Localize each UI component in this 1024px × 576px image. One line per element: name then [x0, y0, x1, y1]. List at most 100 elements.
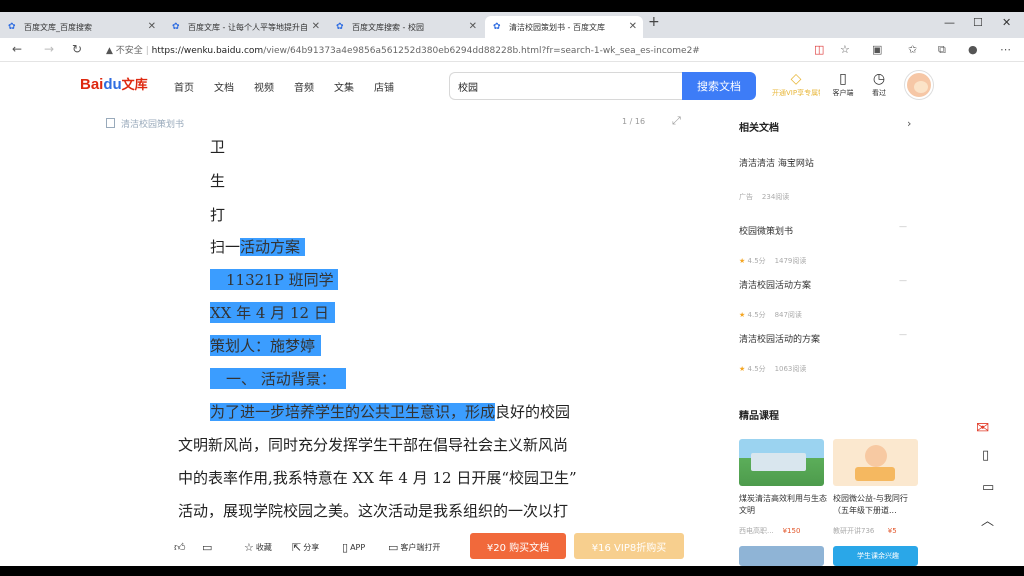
- avatar[interactable]: [905, 71, 933, 99]
- doc-line: 打: [210, 206, 226, 224]
- maximize-icon[interactable]: ☐: [973, 16, 983, 29]
- tab-label: 清洁校园策划书 - 百度文库: [509, 22, 605, 32]
- logo-text: Bai: [80, 76, 104, 93]
- doc-line: 活动，展现学院校园之美。这次活动是我系组织的一次以打: [178, 502, 569, 520]
- close-icon[interactable]: ✕: [469, 21, 477, 32]
- clock-icon: ◷: [872, 71, 886, 87]
- reads-label: 1479阅读: [774, 257, 807, 265]
- course-thumbnail[interactable]: [833, 439, 918, 486]
- star-icon: ★: [739, 311, 746, 319]
- search-input[interactable]: 校园: [449, 72, 682, 100]
- address-bar[interactable]: ▲ 不安全 | https://wenku.baidu.com/view/64b…: [106, 43, 700, 56]
- doc-title: 清洁校园策划书: [121, 120, 185, 130]
- url-path: /view/64b91373a4e9856a561252d380eb6294dd…: [263, 46, 700, 56]
- close-window-icon[interactable]: ✕: [1002, 16, 1011, 29]
- star-icon: ★: [739, 365, 746, 373]
- menu-audio[interactable]: 音频: [294, 79, 314, 94]
- divider-dash: —: [899, 222, 907, 231]
- highlighted-text: XX 年 4 月 12 日: [210, 302, 335, 323]
- related-doc-item[interactable]: 清洁清洁 海宝网站: [739, 156, 814, 169]
- more-icon[interactable]: ⋯: [1000, 43, 1011, 56]
- minimize-icon[interactable]: —: [944, 16, 955, 29]
- close-icon[interactable]: ✕: [629, 21, 637, 32]
- app-button[interactable]: ▯ APP: [342, 541, 365, 554]
- reads-label: 847阅读: [774, 311, 802, 319]
- paw-icon: ✿: [336, 22, 344, 32]
- close-icon[interactable]: ✕: [148, 21, 156, 32]
- highlighted-text: 活动方案: [240, 238, 301, 256]
- comment-button[interactable]: ▭: [202, 541, 214, 554]
- favorites-icon[interactable]: ✩: [908, 43, 917, 56]
- history-label: 看过: [872, 89, 886, 97]
- child-figure: [865, 445, 887, 467]
- client-open-button[interactable]: ▭ 客户端打开: [388, 541, 440, 554]
- related-doc-item[interactable]: 校园微策划书: [739, 224, 793, 237]
- favorite-button[interactable]: ☆ 收藏: [244, 541, 272, 554]
- document-icon: [106, 118, 115, 128]
- tab-wenku-home[interactable]: ✿ 百度文库 - 让每个人平等地提升自 ✕: [164, 16, 326, 38]
- tab-label: 百度文库搜索 - 校园: [352, 22, 424, 32]
- course-title[interactable]: 校园微公益-与我同行（五年级下册道...: [833, 493, 921, 517]
- star-icon[interactable]: ☆: [840, 43, 850, 56]
- related-docs-title: 相关文档: [739, 123, 779, 134]
- close-icon[interactable]: ✕: [312, 21, 320, 32]
- forward-icon[interactable]: →: [44, 42, 54, 56]
- collections-icon[interactable]: ▣: [872, 43, 882, 56]
- menu-collections[interactable]: 文集: [334, 79, 354, 94]
- feedback-icon[interactable]: ▭: [982, 480, 994, 495]
- menu-video[interactable]: 视频: [254, 79, 274, 94]
- history-entry[interactable]: ◷ 看过: [866, 70, 892, 98]
- phone-icon: ▯: [342, 541, 349, 554]
- doc-line: 文明新风尚，同时充分发挥学生干部在倡导社会主义新风尚: [178, 436, 569, 454]
- related-doc-item[interactable]: 清洁校园活动的方案: [739, 332, 820, 345]
- course-meta: 教研开讲736 ¥5: [833, 526, 897, 536]
- course-thumbnail[interactable]: [739, 546, 824, 566]
- new-tab-icon[interactable]: +: [648, 14, 660, 30]
- thumbs-up-icon: 👍︎: [174, 541, 186, 554]
- warning-icon: ▲: [106, 46, 113, 56]
- baidu-wenku-logo[interactable]: Baidu文库: [80, 74, 148, 93]
- search-button[interactable]: 搜索文档: [682, 72, 756, 100]
- like-button[interactable]: 👍︎: [174, 541, 188, 554]
- back-icon[interactable]: ←: [12, 42, 22, 56]
- extensions-icon[interactable]: ⧉: [938, 43, 946, 57]
- menu-stores[interactable]: 店铺: [374, 79, 394, 94]
- menu-home[interactable]: 首页: [174, 79, 194, 94]
- share-button[interactable]: ⇱ 分享: [292, 541, 319, 554]
- back-to-top-icon[interactable]: ︿: [981, 510, 994, 529]
- red-packet-icon[interactable]: ✉: [976, 418, 989, 437]
- rating-label: 4.5分: [747, 311, 766, 319]
- security-label: 不安全: [115, 46, 143, 56]
- client-entry[interactable]: ▯ 客户端: [830, 70, 856, 98]
- nav-bar: ← → ↻ ▲ 不安全 | https://wenku.baidu.com/vi…: [0, 38, 1024, 62]
- favorite-label: 收藏: [255, 543, 272, 552]
- profile-icon[interactable]: ●: [968, 43, 978, 56]
- doc-line: 为了进一步培养学生的公共卫生意识，形成良好的校园: [210, 401, 570, 422]
- course-title[interactable]: 煤炭清洁高效利用与生态文明: [739, 493, 827, 517]
- tracking-icon[interactable]: ◫: [814, 43, 824, 56]
- tab-wenku-search[interactable]: ✿ 百度文库搜索 - 校园 ✕: [328, 16, 483, 38]
- diamond-icon: ◇: [790, 71, 802, 87]
- tab-label: 百度文库 - 让每个人平等地提升自: [188, 22, 308, 32]
- menu-docs[interactable]: 文档: [214, 79, 234, 94]
- tab-label: 百度文库_百度搜索: [24, 22, 92, 32]
- tab-baidu-search[interactable]: ✿ 百度文库_百度搜索 ✕: [0, 16, 162, 38]
- course-thumbnail[interactable]: 学生课余兴趣: [833, 546, 918, 566]
- reload-icon[interactable]: ↻: [72, 42, 82, 56]
- expand-icon[interactable]: ⤢: [672, 114, 681, 128]
- course-thumbnail[interactable]: [739, 439, 824, 486]
- courses-title: 精品课程: [739, 411, 779, 422]
- rating-label: 4.5分: [747, 257, 766, 265]
- tab-active-document[interactable]: ✿ 清洁校园策划书 - 百度文库 ✕: [485, 16, 643, 38]
- phone-icon[interactable]: ▯: [982, 448, 989, 463]
- highlighted-text: 11321P 班同学: [210, 269, 338, 290]
- divider-dash: —: [899, 276, 907, 285]
- chevron-right-icon[interactable]: ›: [907, 117, 911, 130]
- buy-document-button[interactable]: ¥20 购买文档: [470, 533, 566, 559]
- vip-label: 开通VIP享专属特权: [772, 89, 820, 97]
- vip-entry[interactable]: ◇ 开通VIP享专属特权: [772, 70, 820, 98]
- vip-buy-button[interactable]: ¥16 VIP8折购买: [574, 533, 684, 559]
- course-price: ¥5: [887, 527, 897, 535]
- related-doc-item[interactable]: 清洁校园活动方案: [739, 278, 811, 291]
- monitor-icon: ▭: [388, 541, 399, 554]
